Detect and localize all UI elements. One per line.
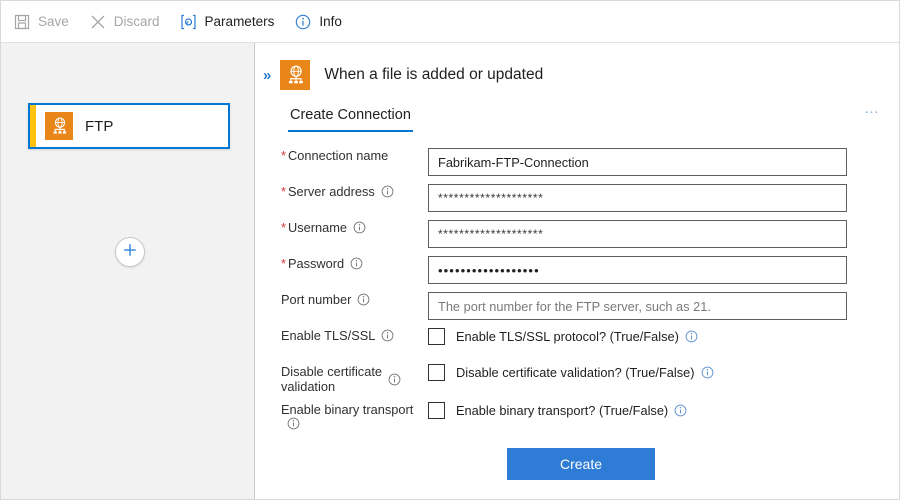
- discard-button-label: Discard: [113, 14, 160, 29]
- disable-certificate-validation-checkbox-label: Disable certificate validation? (True/Fa…: [456, 365, 714, 380]
- plus-icon: [122, 242, 138, 263]
- form-row-password: * Password ••••••••••••••••••: [255, 256, 899, 284]
- port-number-input[interactable]: The port number for the FTP server, such…: [428, 292, 847, 320]
- info-icon[interactable]: [287, 417, 300, 430]
- parameters-button-label: Parameters: [204, 14, 275, 29]
- info-button[interactable]: Info: [294, 7, 342, 37]
- create-button[interactable]: Create: [507, 448, 655, 480]
- enable-tls-ssl-label: Enable TLS/SSL: [255, 328, 428, 343]
- save-icon: [13, 13, 31, 31]
- disable-certificate-validation-checkbox[interactable]: [428, 364, 445, 381]
- discard-icon: [89, 13, 107, 31]
- discard-button[interactable]: Discard: [89, 7, 160, 37]
- form-row-server-address: * Server address ********************: [255, 184, 899, 212]
- form-row-connection-name: * Connection name Fabrikam-FTP-Connection: [255, 148, 899, 176]
- create-connection-form: * Connection name Fabrikam-FTP-Connection…: [255, 148, 899, 480]
- connection-name-label: * Connection name: [281, 148, 389, 163]
- panel-header: » When a file is added or updated: [255, 43, 899, 95]
- app-window: Save Discard Parameters Info FTP » When …: [0, 0, 900, 500]
- info-icon[interactable]: [381, 329, 394, 342]
- connection-name-control: Fabrikam-FTP-Connection: [428, 148, 899, 176]
- info-icon[interactable]: [388, 373, 401, 386]
- save-button[interactable]: Save: [13, 7, 69, 37]
- save-button-label: Save: [38, 14, 69, 29]
- card-accent-stripe: [30, 105, 36, 147]
- content-split: FTP » When a file is added or updated … …: [1, 43, 899, 499]
- parameters-icon: [180, 13, 198, 31]
- form-row-port-number: Port number The port number for the FTP …: [255, 292, 899, 320]
- tab-create-connection[interactable]: Create Connection: [288, 101, 413, 132]
- info-icon[interactable]: [357, 293, 370, 306]
- ftp-globe-icon: [280, 60, 311, 90]
- panel-title: When a file is added or updated: [324, 66, 544, 83]
- chevron-double-right-icon[interactable]: »: [263, 68, 271, 83]
- form-row-enable-tls-ssl: Enable TLS/SSL Enable TLS/SSL protocol? …: [255, 328, 899, 356]
- enable-binary-transport-label: Enable binary transport: [255, 402, 428, 430]
- username-input[interactable]: ********************: [428, 220, 847, 248]
- required-asterisk: *: [281, 220, 286, 235]
- parameters-button[interactable]: Parameters: [180, 7, 275, 37]
- connector-detail-panel: » When a file is added or updated … Crea…: [255, 43, 899, 499]
- info-icon[interactable]: [350, 257, 363, 270]
- required-asterisk: *: [281, 184, 286, 199]
- info-icon[interactable]: [701, 366, 714, 379]
- enable-binary-transport-checkbox[interactable]: [428, 402, 445, 419]
- ftp-globe-icon: [45, 112, 73, 140]
- server-address-control: ********************: [428, 184, 899, 212]
- info-button-label: Info: [319, 14, 342, 29]
- tab-list: Create Connection: [288, 101, 899, 132]
- ftp-connector-card[interactable]: FTP: [28, 103, 230, 149]
- enable-tls-ssl-checkbox-label: Enable TLS/SSL protocol? (True/False): [456, 329, 698, 344]
- form-row-enable-binary-transport: Enable binary transport Enable binary tr…: [255, 402, 899, 430]
- more-options-button[interactable]: …: [864, 101, 881, 116]
- add-step-button[interactable]: [115, 237, 145, 267]
- disable-certificate-validation-control: Disable certificate validation? (True/Fa…: [428, 364, 899, 381]
- connection-name-input[interactable]: Fabrikam-FTP-Connection: [428, 148, 847, 176]
- port-number-label: Port number: [255, 292, 428, 307]
- form-actions: Create: [281, 448, 881, 480]
- form-row-username: * Username ********************: [255, 220, 899, 248]
- ftp-connector-card-label: FTP: [85, 117, 114, 135]
- password-control: ••••••••••••••••••: [428, 256, 899, 284]
- form-row-disable-certificate-validation: Disable certificate validation Disable c…: [255, 364, 899, 394]
- info-icon[interactable]: [685, 330, 698, 343]
- username-control: ********************: [428, 220, 899, 248]
- disable-certificate-validation-label: Disable certificate validation: [255, 364, 428, 394]
- toolbar: Save Discard Parameters Info: [1, 1, 899, 43]
- required-asterisk: *: [281, 148, 286, 163]
- enable-tls-ssl-control: Enable TLS/SSL protocol? (True/False): [428, 328, 899, 345]
- password-label: * Password: [255, 256, 428, 271]
- designer-canvas: FTP: [1, 43, 255, 499]
- username-label: * Username: [255, 220, 428, 235]
- info-icon[interactable]: [674, 404, 687, 417]
- info-icon: [294, 13, 312, 31]
- port-number-control: The port number for the FTP server, such…: [428, 292, 899, 320]
- info-icon[interactable]: [353, 221, 366, 234]
- server-address-input[interactable]: ********************: [428, 184, 847, 212]
- info-icon[interactable]: [381, 185, 394, 198]
- enable-tls-ssl-checkbox[interactable]: [428, 328, 445, 345]
- server-address-label: * Server address: [255, 184, 428, 199]
- enable-binary-transport-checkbox-label: Enable binary transport? (True/False): [456, 403, 687, 418]
- required-asterisk: *: [281, 256, 286, 271]
- password-input[interactable]: ••••••••••••••••••: [428, 256, 847, 284]
- enable-binary-transport-control: Enable binary transport? (True/False): [428, 402, 899, 419]
